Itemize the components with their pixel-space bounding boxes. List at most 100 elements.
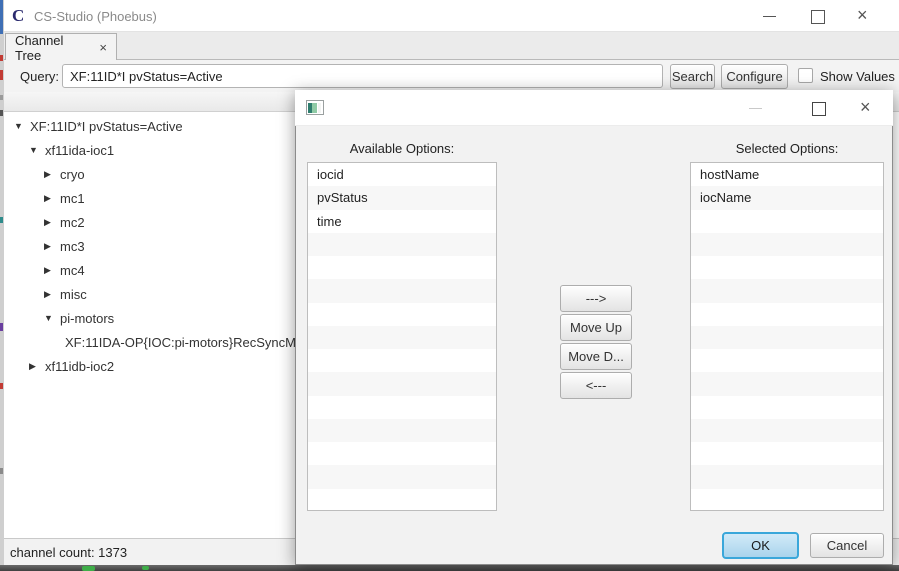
list-empty-row: [308, 233, 496, 256]
tree-row-label: xf11ida-ioc1: [45, 143, 114, 158]
transfer-button-column: --->Move UpMove D...<---: [560, 285, 630, 399]
list-empty-row: [308, 326, 496, 349]
list-empty-row: [691, 233, 883, 256]
chevron-collapsed-icon[interactable]: ▶: [44, 265, 60, 276]
list-empty-row: [308, 256, 496, 279]
tab-label: Channel Tree: [15, 33, 92, 63]
tree-row-label: mc2: [60, 215, 85, 230]
close-button[interactable]: ×: [857, 7, 868, 23]
list-item[interactable]: iocName: [691, 186, 883, 209]
available-options-list[interactable]: iocidpvStatustime: [307, 162, 497, 511]
dialog-close-button[interactable]: ×: [860, 99, 871, 115]
minimize-button[interactable]: [763, 16, 776, 17]
chevron-collapsed-icon[interactable]: ▶: [44, 193, 60, 204]
channel-count-text: channel count: 1373: [10, 545, 127, 560]
list-item[interactable]: time: [308, 210, 496, 233]
desktop-artifact: [82, 566, 95, 571]
list-empty-row: [691, 396, 883, 419]
dialog-minimize-icon: [749, 108, 762, 109]
chevron-collapsed-icon[interactable]: ▶: [44, 169, 60, 180]
list-empty-row: [308, 465, 496, 488]
chevron-collapsed-icon[interactable]: ▶: [44, 217, 60, 228]
tab-close-icon[interactable]: ×: [99, 40, 107, 55]
cancel-button[interactable]: Cancel: [810, 533, 884, 558]
desktop-artifact: [0, 110, 3, 116]
desktop-artifact: [0, 70, 3, 80]
desktop-artifact: [0, 0, 3, 34]
chevron-collapsed-icon[interactable]: ▶: [29, 361, 45, 372]
desktop-artifact: [0, 468, 3, 474]
selected-options-label: Selected Options:: [690, 141, 884, 157]
move-up-button[interactable]: Move Up: [560, 314, 632, 341]
tree-row-label: XF:11IDA-OP{IOC:pi-motors}RecSyncMsg-I: [65, 335, 318, 350]
selected-options-list[interactable]: hostNameiocName: [690, 162, 884, 511]
move-right-button[interactable]: --->: [560, 285, 632, 312]
list-empty-row: [691, 465, 883, 488]
tree-row-label: misc: [60, 287, 87, 302]
list-empty-row: [308, 279, 496, 302]
list-empty-row: [691, 303, 883, 326]
tree-row-label: xf11idb-ioc2: [45, 359, 114, 374]
configure-button[interactable]: Configure: [721, 64, 788, 89]
query-input[interactable]: [62, 64, 663, 88]
screen: C CS-Studio (Phoebus) × Channel Tree × Q…: [0, 0, 899, 571]
list-empty-row: [691, 256, 883, 279]
show-values-label: Show Values: [820, 69, 895, 84]
list-empty-row: [691, 489, 883, 511]
tree-row-label: mc3: [60, 239, 85, 254]
list-item[interactable]: iocid: [308, 163, 496, 186]
desktop-artifact: [0, 217, 3, 223]
chevron-collapsed-icon[interactable]: ▶: [44, 241, 60, 252]
maximize-button[interactable]: [811, 10, 825, 24]
chevron-expanded-icon[interactable]: ▼: [14, 121, 30, 131]
move-down-button[interactable]: Move D...: [560, 343, 632, 370]
desktop-bottom-strip: [0, 565, 899, 571]
dialog-titlebar[interactable]: [295, 90, 893, 126]
move-left-button[interactable]: <---: [560, 372, 632, 399]
tab-bar: [4, 32, 899, 60]
tree-row-label: mc1: [60, 191, 85, 206]
dialog-maximize-icon: [812, 102, 826, 116]
tree-row-label: cryo: [60, 167, 85, 182]
desktop-artifact: [0, 383, 3, 389]
tab-channel-tree[interactable]: Channel Tree ×: [5, 33, 117, 61]
dialog-minimize-button[interactable]: [749, 108, 762, 109]
desktop-artifact: [0, 95, 3, 100]
list-empty-row: [691, 210, 883, 233]
list-item[interactable]: hostName: [691, 163, 883, 186]
tree-row-label: mc4: [60, 263, 85, 278]
list-empty-row: [308, 396, 496, 419]
list-empty-row: [308, 442, 496, 465]
list-empty-row: [308, 419, 496, 442]
list-empty-row: [691, 326, 883, 349]
list-empty-row: [308, 303, 496, 326]
desktop-artifact: [142, 566, 149, 570]
query-label: Query:: [20, 69, 59, 84]
list-empty-row: [691, 442, 883, 465]
available-options-label: Available Options:: [307, 141, 497, 157]
chevron-expanded-icon[interactable]: ▼: [44, 313, 60, 323]
ok-button[interactable]: OK: [722, 532, 799, 559]
window-title: CS-Studio (Phoebus): [34, 9, 157, 24]
list-empty-row: [691, 419, 883, 442]
list-empty-row: [691, 279, 883, 302]
maximize-icon: [811, 10, 825, 24]
list-empty-row: [691, 349, 883, 372]
list-empty-row: [691, 372, 883, 395]
show-values-checkbox[interactable]: [798, 68, 813, 83]
dialog-maximize-button[interactable]: [812, 102, 826, 116]
dialog-window-icon: [306, 100, 324, 115]
chevron-collapsed-icon[interactable]: ▶: [44, 289, 60, 300]
list-empty-row: [308, 372, 496, 395]
app-logo-icon: C: [12, 7, 30, 25]
minimize-icon: [763, 16, 776, 17]
tree-row-label: pi-motors: [60, 311, 114, 326]
list-empty-row: [308, 349, 496, 372]
search-button[interactable]: Search: [670, 64, 715, 89]
list-empty-row: [308, 489, 496, 511]
list-item[interactable]: pvStatus: [308, 186, 496, 209]
desktop-artifact: [0, 55, 3, 61]
tree-row-label: XF:11ID*I pvStatus=Active: [30, 119, 183, 134]
chevron-expanded-icon[interactable]: ▼: [29, 145, 45, 155]
desktop-artifact: [0, 323, 3, 331]
